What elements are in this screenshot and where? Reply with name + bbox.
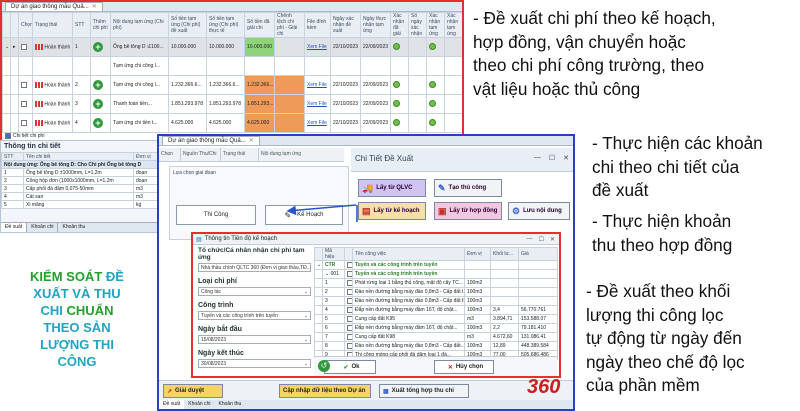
arrow-line bbox=[286, 204, 357, 216]
arrow-overlay bbox=[286, 204, 358, 222]
